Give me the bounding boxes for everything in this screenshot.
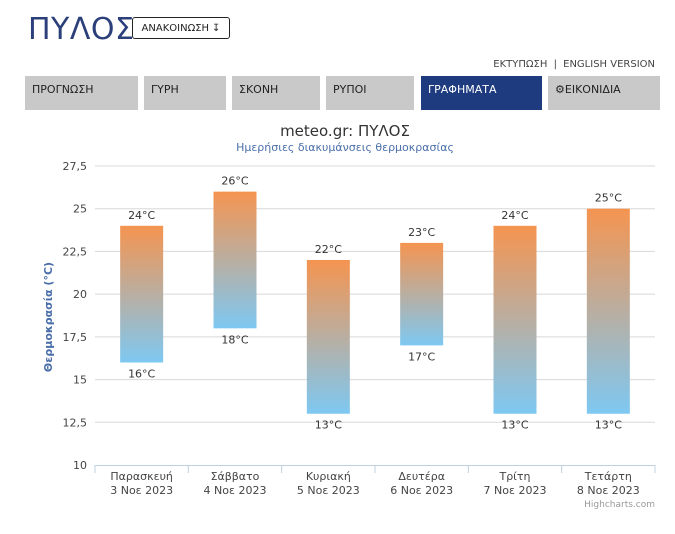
y-tick-label: 20: [73, 288, 87, 301]
x-axis: Παρασκευή3 Νοε 2023 Σάββατο4 Νοε 2023 Κυρι…: [94, 465, 656, 497]
x-tick-day: Παρασκευή: [110, 470, 173, 483]
min-temp-label: 17°C: [408, 350, 435, 363]
x-tick-date: 5 Νοε 2023: [297, 484, 360, 497]
max-temp-label: 25°C: [595, 192, 622, 205]
x-tick-date: 3 Νοε 2023: [110, 484, 173, 497]
y-tick-label: 15: [73, 374, 87, 387]
y-axis-ticks: 10 12,5 15 17,5 20 22,5 25 27,5: [63, 160, 88, 472]
max-temp-label: 23°C: [408, 226, 435, 239]
x-tick-date: 6 Νοε 2023: [390, 484, 453, 497]
x-tick-date: 8 Νοε 2023: [577, 484, 640, 497]
temperature-range-bar: [213, 191, 257, 329]
max-temp-label: 22°C: [315, 243, 342, 256]
x-tick-day: Δευτέρα: [398, 470, 445, 483]
bars: 24°C 16°C 26°C 18°C 22°C 13°C 23°C 17°C 24°C 13°C…: [120, 175, 630, 432]
min-temp-label: 18°C: [221, 333, 248, 346]
grid-lines: [95, 165, 655, 423]
max-temp-label: 24°C: [128, 209, 155, 222]
min-temp-label: 13°C: [501, 419, 528, 432]
temperature-chart: meteo.gr: ΠΥΛΟΣ Ημερήσιες διακυμάνσεις θ…: [0, 0, 675, 530]
y-tick-label: 10: [73, 459, 87, 472]
x-tick-day: Τρίτη: [498, 470, 530, 483]
max-temp-label: 24°C: [501, 209, 528, 222]
y-tick-label: 22,5: [63, 245, 88, 258]
x-tick-day: Τετάρτη: [584, 470, 632, 483]
chart-title: meteo.gr: ΠΥΛΟΣ: [280, 122, 410, 140]
y-tick-label: 25: [73, 203, 87, 216]
temperature-range-bar: [120, 225, 164, 363]
y-tick-label: 12,5: [63, 416, 88, 429]
credits-link[interactable]: Highcharts.com: [584, 500, 655, 510]
y-tick-label: 17,5: [63, 331, 88, 344]
chart-subtitle: Ημερήσιες διακυμάνσεις θερμοκρασίας: [236, 141, 454, 154]
y-tick-label: 27,5: [63, 160, 88, 173]
temperature-range-bar: [493, 225, 537, 414]
max-temp-label: 26°C: [221, 175, 248, 188]
min-temp-label: 13°C: [315, 419, 342, 432]
y-axis-title: Θερμοκρασία (°C): [42, 262, 55, 372]
x-tick-date: 7 Νοε 2023: [484, 484, 547, 497]
x-tick-date: 4 Νοε 2023: [204, 484, 267, 497]
min-temp-label: 13°C: [595, 419, 622, 432]
chart-svg: meteo.gr: ΠΥΛΟΣ Ημερήσιες διακυμάνσεις θ…: [42, 122, 656, 510]
x-tick-day: Σάββατο: [211, 470, 260, 483]
temperature-range-bar: [586, 208, 630, 414]
temperature-range-bar: [400, 242, 444, 346]
min-temp-label: 16°C: [128, 367, 155, 380]
x-tick-day: Κυριακή: [306, 470, 351, 483]
temperature-range-bar: [306, 259, 350, 414]
